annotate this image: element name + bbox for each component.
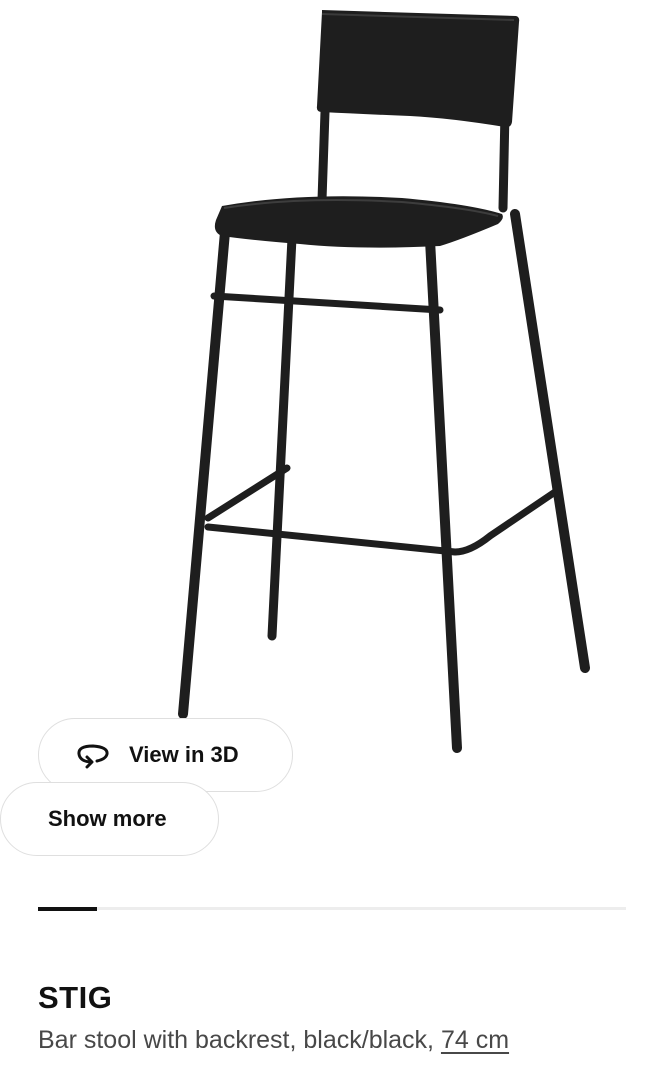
gallery-progress-fill	[38, 906, 97, 911]
rotate-3d-icon	[73, 740, 113, 770]
product-name: STIG	[38, 980, 113, 1015]
show-more-label: Show more	[48, 806, 167, 831]
view-in-3d-label: View in 3D	[129, 742, 239, 767]
product-description: Bar stool with backrest, black/black, 74…	[38, 1026, 509, 1055]
view-in-3d-button[interactable]: View in 3D	[38, 718, 293, 792]
product-size-link[interactable]: 74 cm	[441, 1026, 509, 1054]
product-description-text: Bar stool with backrest, black/black,	[38, 1026, 434, 1054]
product-image[interactable]	[0, 0, 648, 770]
gallery-progress-track	[38, 906, 626, 911]
bar-stool-image	[178, 10, 590, 753]
show-more-button[interactable]: Show more	[0, 782, 219, 856]
